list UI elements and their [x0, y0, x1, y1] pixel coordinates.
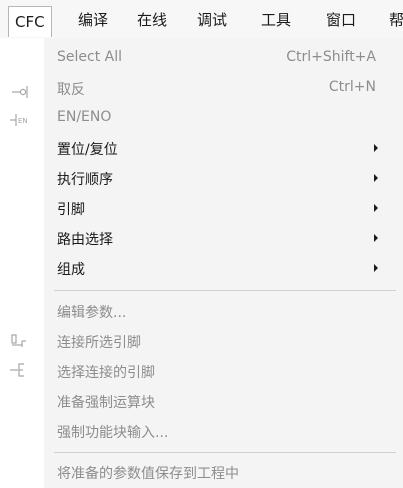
- menu-item-label: 组成: [57, 262, 85, 278]
- menu-debug[interactable]: 调试: [197, 8, 227, 32]
- icon-gutter: EN: [0, 38, 44, 488]
- menu-item-pins[interactable]: 引脚: [44, 195, 396, 221]
- menu-item-en-eno[interactable]: EN/ENO: [44, 105, 396, 131]
- menu-item-label: 强制功能块输入...: [57, 425, 169, 441]
- submenu-arrow-icon: [374, 234, 378, 242]
- menu-help[interactable]: 帮: [389, 8, 403, 32]
- menu-item-label: 将准备的参数值保存到工程中: [57, 466, 239, 482]
- menu-tools[interactable]: 工具: [261, 8, 291, 32]
- menu-item-negate[interactable]: 取反 Ctrl+N: [44, 75, 396, 101]
- cfc-dropdown-menu: Select All Ctrl+Shift+A 取反 Ctrl+N EN/ENO…: [44, 38, 403, 488]
- menu-item-force-block-inputs[interactable]: 强制功能块输入...: [44, 418, 396, 444]
- menu-item-label: 编辑参数...: [57, 305, 127, 321]
- menu-item-label: 准备强制运算块: [57, 395, 155, 411]
- menu-item-label: 引脚: [57, 202, 85, 218]
- menu-item-set-reset[interactable]: 置位/复位: [44, 135, 396, 161]
- menu-item-label: 置位/复位: [57, 142, 118, 158]
- submenu-arrow-icon: [374, 144, 378, 152]
- menu-item-execution-order[interactable]: 执行顺序: [44, 165, 396, 191]
- menu-cfc[interactable]: CFC: [8, 6, 52, 37]
- menu-item-label: 执行顺序: [57, 172, 113, 188]
- menu-online[interactable]: 在线: [137, 8, 167, 32]
- menu-compile[interactable]: 编译: [78, 8, 108, 32]
- menu-item-save-prepared-values[interactable]: 将准备的参数值保存到工程中: [44, 459, 396, 485]
- menu-item-label: 连接所选引脚: [57, 335, 141, 351]
- menu-separator: [54, 290, 396, 291]
- menu-item-routing[interactable]: 路由选择: [44, 225, 396, 251]
- menu-item-select-connected-pins[interactable]: 选择连接的引脚: [44, 358, 396, 384]
- select-connected-pins-icon: [10, 363, 24, 377]
- submenu-arrow-icon: [374, 204, 378, 212]
- submenu-arrow-icon: [374, 264, 378, 272]
- menu-item-compose[interactable]: 组成: [44, 255, 396, 281]
- menu-window[interactable]: 窗口: [326, 8, 356, 32]
- negate-icon: [12, 86, 28, 98]
- menu-item-prepare-force-block[interactable]: 准备强制运算块: [44, 388, 396, 414]
- menu-item-label: EN/ENO: [57, 109, 112, 125]
- menu-item-connect-selected-pins[interactable]: 连接所选引脚: [44, 328, 396, 354]
- shortcut-label: Ctrl+Shift+A: [286, 49, 376, 65]
- menu-item-label: 取反: [57, 82, 85, 98]
- menu-separator: [54, 452, 396, 453]
- menubar: CFC 编译 在线 调试 工具 窗口 帮: [0, 0, 403, 39]
- menu-item-label: Select All: [57, 49, 122, 65]
- en-eno-icon: EN: [10, 114, 28, 126]
- menu-item-label: 路由选择: [57, 232, 113, 248]
- connect-pins-icon: [11, 334, 26, 347]
- submenu-arrow-icon: [374, 174, 378, 182]
- menu-item-label: 选择连接的引脚: [57, 365, 155, 381]
- menu-item-select-all[interactable]: Select All Ctrl+Shift+A: [44, 45, 396, 71]
- svg-text:EN: EN: [18, 117, 28, 125]
- shortcut-label: Ctrl+N: [328, 79, 376, 95]
- menu-item-edit-parameters[interactable]: 编辑参数...: [44, 298, 396, 324]
